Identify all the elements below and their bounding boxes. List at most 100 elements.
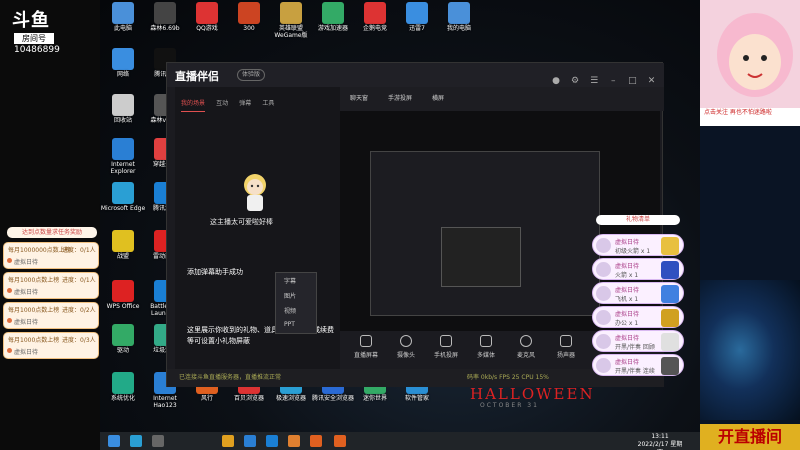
app-icon: [112, 280, 134, 302]
app-icon: [112, 182, 134, 204]
live-banner: 开直播间: [700, 424, 800, 450]
phone-mirror-button[interactable]: 手机投屏: [430, 335, 462, 365]
gift-item: 虚拟日待 开黑/伴奏 回顾: [592, 330, 684, 352]
tab-interact[interactable]: 互动: [216, 97, 228, 111]
menu-icon[interactable]: ☰: [589, 76, 599, 86]
menu-item-video[interactable]: 视频: [276, 303, 316, 318]
stream-stats: 码率 0kb/s FPS 25 CPU 15%: [467, 374, 549, 381]
menu-item-subtitle[interactable]: 字幕: [276, 273, 316, 288]
app-icon[interactable]: [266, 435, 278, 447]
desktop-icon-label: 软件管家: [404, 395, 429, 402]
desktop-icon[interactable]: WPS Office: [100, 280, 146, 318]
follow-prompt[interactable]: 点击关注 再也不怕迷路啦: [700, 108, 800, 126]
camera-button[interactable]: 摄像头: [390, 335, 422, 365]
task-title: 每月1000点数上榜: [8, 307, 60, 314]
window-controls: ● ⚙ ☰ – □ ✕: [547, 68, 662, 86]
desktop-icon[interactable]: Internet Explorer: [100, 138, 146, 176]
microphone-button[interactable]: 麦克风: [510, 335, 542, 365]
chrome-icon[interactable]: [222, 435, 234, 447]
live-companion-window: 直播伴侣 体验版 ● ⚙ ☰ – □ ✕ 我的场景 互动 弹幕 工具 这主播太可…: [166, 62, 664, 387]
desktop-icon-label: 我的电脑: [446, 25, 471, 32]
tab-chat[interactable]: 聊天窗: [350, 93, 368, 102]
close-icon[interactable]: ✕: [646, 76, 656, 86]
desktop-icon-label: QQ游戏: [196, 25, 218, 32]
task-panel: 达到点数量求任务奖励 每月1000000点数上榜 进度：0/1人 虚拟日待 每月…: [3, 227, 99, 367]
desktop-icon-label: 系统优化: [110, 395, 135, 402]
system-clock[interactable]: 13:11 2022/2/17 星期四: [635, 433, 685, 450]
minimize-icon[interactable]: –: [608, 76, 618, 86]
desktop-icon-label: Internet Explorer: [110, 161, 136, 175]
gift-text: 初级火箭 x 1: [615, 248, 651, 255]
desktop-icon[interactable]: 迅雷7: [394, 2, 440, 40]
tab-landscape[interactable]: 横屏: [432, 93, 444, 102]
tab-mobile[interactable]: 手游投屏: [388, 93, 412, 102]
tab-danmaku[interactable]: 弹幕: [239, 97, 251, 111]
microphone-icon: [520, 335, 532, 347]
gift-user: 虚拟日待: [615, 311, 640, 318]
media-button[interactable]: 多媒体: [470, 335, 502, 365]
desktop-icon[interactable]: 驱动: [100, 324, 146, 362]
task-item: 每月1000点数上榜 进度：0/2人 虚拟日待: [3, 302, 99, 329]
plane-icon: [661, 285, 679, 303]
desktop-icon-label: 300: [243, 25, 255, 32]
desktop-icon[interactable]: 300: [226, 2, 272, 40]
desktop-icon[interactable]: 英雄联盟 WeGame版: [268, 2, 314, 40]
clock-time: 13:11: [651, 433, 669, 440]
connection-status: 已连接斗鱼直播服务器，直播推流正常: [179, 374, 282, 381]
task-title: 每月1000点数上榜: [8, 337, 60, 344]
desktop-icon[interactable]: Microsoft Edge: [100, 182, 146, 220]
nested-preview-inner: [441, 227, 521, 287]
gift-feed: 虚拟日待 初级火箭 x 1 虚拟日待 火箭 x 1 虚拟日待 飞机 x 1 虚拟日待办…: [592, 218, 684, 380]
desktop-icon[interactable]: 森林6.69b: [142, 2, 188, 40]
menu-item-image[interactable]: 图片: [276, 288, 316, 303]
desktop-icon[interactable]: 系统优化: [100, 372, 146, 410]
avatar: [596, 262, 611, 277]
room-number: 10486899: [14, 45, 60, 55]
taskview-icon[interactable]: [152, 435, 164, 447]
gold-bar-icon: [661, 309, 679, 327]
gift-user: 虚拟日待: [615, 359, 640, 366]
desktop-icon-label: 风行: [200, 395, 213, 402]
douyu-logo: 斗鱼: [12, 10, 50, 31]
user-dot-icon: [7, 348, 12, 353]
avatar: [596, 310, 611, 325]
desktop-icon[interactable]: 游戏加速器: [310, 2, 356, 40]
desktop-icon-label: 百贝浏览器: [233, 395, 264, 402]
task-progress: 进度：0/1人: [62, 247, 96, 254]
start-icon[interactable]: [108, 435, 120, 447]
desktop-icon-label: 网络: [116, 71, 129, 78]
desktop-icon-label: 腾讯安全浏览器: [311, 395, 354, 402]
source-tabbar: 聊天窗 手游投屏 横屏: [340, 87, 664, 111]
add-source-menu: 字幕 图片 视频 PPT: [275, 272, 317, 334]
tab-scene[interactable]: 我的场景: [181, 97, 206, 112]
window-titlebar: 直播伴侣 体验版 ● ⚙ ☰ – □ ✕: [167, 63, 664, 87]
badge-icon: [661, 333, 679, 351]
task-progress: 进度：0/2人: [62, 307, 96, 314]
app-icon: [112, 324, 134, 346]
speaker-button[interactable]: 扬声器: [550, 335, 582, 365]
edge-icon[interactable]: [130, 435, 142, 447]
desktop-icon[interactable]: 回收站: [100, 94, 146, 132]
live-companion-taskbar-icon[interactable]: [334, 435, 346, 447]
avatar-icon[interactable]: ●: [551, 76, 561, 86]
beta-badge[interactable]: 体验版: [237, 69, 265, 81]
app-icon[interactable]: [288, 435, 300, 447]
desktop-icon[interactable]: QQ游戏: [184, 2, 230, 40]
settings-icon[interactable]: ⚙: [570, 76, 580, 86]
live-companion-taskbar-icon[interactable]: [310, 435, 322, 447]
tab-tools[interactable]: 工具: [262, 97, 274, 111]
screen-capture-button[interactable]: 直播屏幕: [350, 335, 382, 365]
maximize-icon[interactable]: □: [627, 76, 637, 86]
desktop-icon[interactable]: 网络: [100, 48, 146, 86]
desktop-icon[interactable]: 此电脑: [100, 2, 146, 40]
gift-user: 虚拟日待: [615, 239, 640, 246]
gift-user: 虚拟日待: [615, 335, 640, 342]
clock-date: 2022/2/17 星期四: [637, 441, 683, 450]
ie-icon[interactable]: [244, 435, 256, 447]
task-item: 每月1000点数上榜 进度：0/3人 虚拟日待: [3, 332, 99, 359]
desktop-icon[interactable]: 我的电脑: [436, 2, 482, 40]
menu-item-ppt[interactable]: PPT: [276, 318, 316, 331]
anime-character-image: [700, 0, 800, 120]
desktop-icon[interactable]: 战盟: [100, 230, 146, 268]
desktop-icon[interactable]: 企鹅电竞: [352, 2, 398, 40]
